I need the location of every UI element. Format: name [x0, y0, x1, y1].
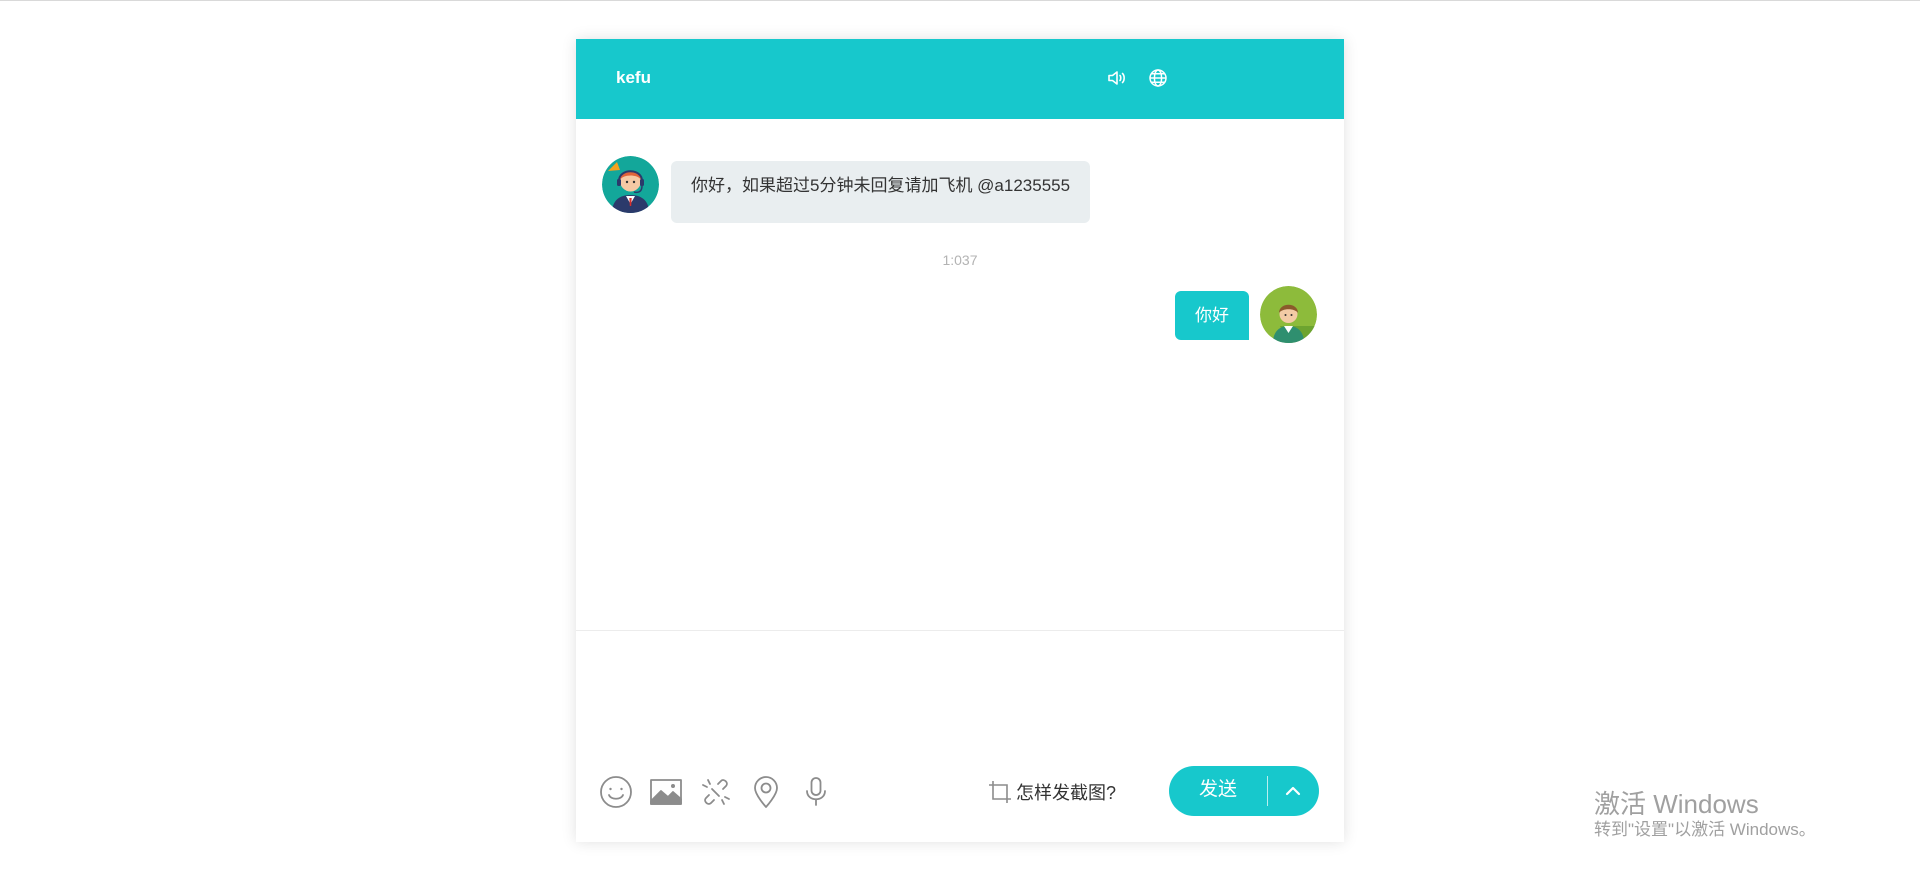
message-list: 你好，如果超过5分钟未回复请加飞机 @a1235555 1:037 你好 — [576, 119, 1344, 630]
agent-avatar — [602, 156, 659, 213]
message-input[interactable] — [576, 631, 1344, 761]
user-avatar — [1260, 286, 1317, 343]
chevron-up-icon — [1285, 786, 1301, 796]
speaker-icon[interactable] — [1105, 66, 1129, 90]
send-options-button[interactable] — [1268, 766, 1319, 816]
crop-icon — [986, 778, 1016, 806]
chat-header: kefu — [576, 39, 1344, 119]
screenshot-help-label: 怎样发截图? — [1016, 783, 1117, 803]
image-icon[interactable] — [648, 774, 684, 810]
location-icon[interactable] — [748, 774, 784, 810]
link-icon[interactable] — [698, 774, 734, 810]
microphone-icon[interactable] — [798, 774, 834, 810]
input-toolbar: 怎样发截图? 发送 — [576, 761, 1344, 842]
watermark-title: 激活 Windows — [1594, 789, 1759, 819]
message-timestamp: 1:037 — [942, 252, 978, 268]
globe-icon[interactable] — [1146, 66, 1170, 90]
send-button[interactable]: 发送 — [1169, 766, 1267, 816]
windows-activation-watermark: 激活 Windows 转到"设置"以激活 Windows。 — [1594, 789, 1816, 841]
chat-window: kefu 你好，如果超过5分钟未回复请加飞机 @a1235555 1:037 你… — [576, 39, 1344, 842]
emoji-icon[interactable] — [598, 774, 634, 810]
send-button-group: 发送 — [1169, 766, 1319, 816]
incoming-message: 你好，如果超过5分钟未回复请加飞机 @a1235555 — [671, 161, 1091, 223]
top-border — [0, 0, 1920, 1]
watermark-subtitle: 转到"设置"以激活 Windows。 — [1594, 820, 1816, 840]
outgoing-message: 你好 — [1175, 291, 1249, 340]
screenshot-help-link[interactable]: 怎样发截图? — [986, 777, 1116, 807]
chat-title: kefu — [616, 68, 651, 87]
